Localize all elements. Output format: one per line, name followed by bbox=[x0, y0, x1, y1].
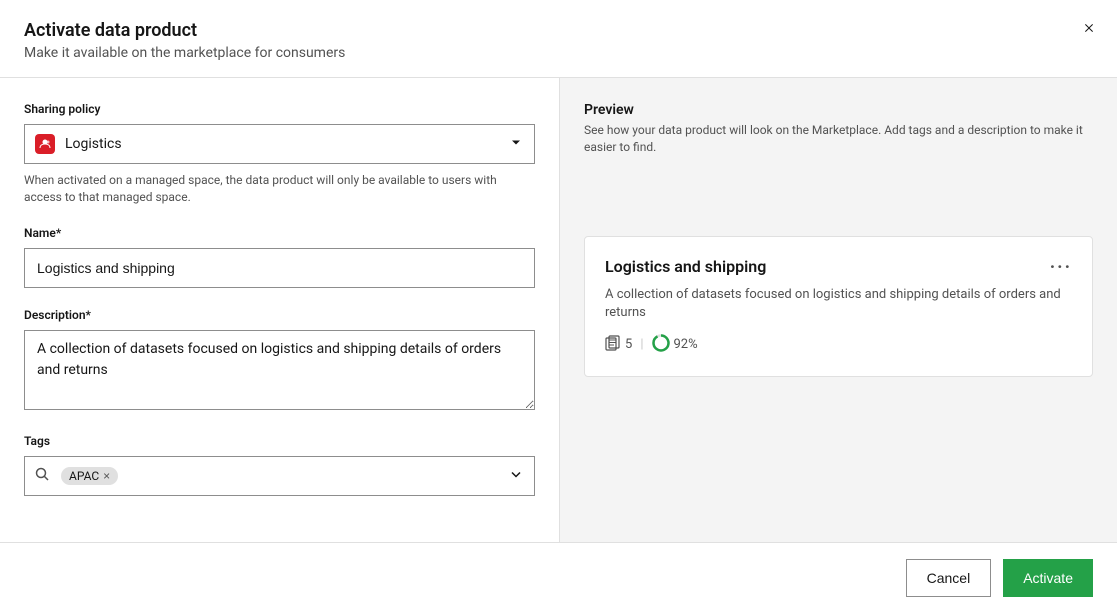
modal-subtitle: Make it available on the marketplace for… bbox=[24, 45, 1093, 61]
name-label: Name* bbox=[24, 226, 535, 240]
cancel-button[interactable]: Cancel bbox=[906, 559, 992, 597]
preview-title: Preview bbox=[584, 102, 1093, 118]
sharing-policy-hint: When activated on a managed space, the d… bbox=[24, 172, 535, 206]
datasets-meta: 5 bbox=[605, 335, 632, 355]
modal-title: Activate data product bbox=[24, 20, 1093, 41]
activate-button[interactable]: Activate bbox=[1003, 559, 1093, 597]
tag-apac: APAC × bbox=[61, 467, 118, 485]
quality-meta: 92% bbox=[652, 334, 698, 356]
preview-card-header: Logistics and shipping ··· bbox=[605, 257, 1072, 278]
search-icon bbox=[35, 467, 49, 485]
preview-card: Logistics and shipping ··· A collection … bbox=[584, 236, 1093, 377]
sharing-policy-label: Sharing policy bbox=[24, 102, 535, 116]
policy-icon bbox=[35, 134, 55, 154]
chevron-down-icon bbox=[510, 137, 522, 152]
preview-card-description: A collection of datasets focused on logi… bbox=[605, 286, 1072, 322]
description-group: Description* bbox=[24, 308, 535, 414]
description-label: Description* bbox=[24, 308, 535, 322]
preview-subtitle: See how your data product will look on t… bbox=[584, 122, 1093, 156]
tags-group: Tags APAC × bbox=[24, 434, 535, 496]
name-input[interactable] bbox=[24, 248, 535, 288]
tags-chevron-icon bbox=[510, 468, 522, 483]
datasets-icon bbox=[605, 335, 621, 355]
description-input[interactable] bbox=[24, 330, 535, 410]
name-group: Name* bbox=[24, 226, 535, 288]
tags-label: Tags bbox=[24, 434, 535, 448]
modal-header: Activate data product Make it available … bbox=[0, 0, 1117, 78]
modal-body: Sharing policy Logistics bbox=[0, 78, 1117, 542]
preview-card-meta: 5 | 92% bbox=[605, 334, 1072, 356]
left-panel: Sharing policy Logistics bbox=[0, 78, 560, 542]
sharing-policy-group: Sharing policy Logistics bbox=[24, 102, 535, 206]
selected-policy-text: Logistics bbox=[65, 136, 122, 152]
activate-data-product-modal: Activate data product Make it available … bbox=[0, 0, 1117, 613]
tags-input[interactable]: APAC × bbox=[24, 456, 535, 496]
quality-percent: 92% bbox=[674, 337, 698, 352]
sharing-policy-select[interactable]: Logistics bbox=[24, 124, 535, 164]
close-button[interactable] bbox=[1077, 16, 1101, 40]
tag-apac-remove-button[interactable]: × bbox=[103, 470, 110, 482]
modal-footer: Cancel Activate bbox=[0, 542, 1117, 613]
sharing-policy-select-wrapper: Logistics bbox=[24, 124, 535, 164]
preview-card-title: Logistics and shipping bbox=[605, 257, 766, 276]
preview-card-menu-button[interactable]: ··· bbox=[1050, 257, 1072, 278]
datasets-count: 5 bbox=[625, 337, 632, 352]
meta-divider: | bbox=[640, 337, 643, 352]
quality-icon bbox=[652, 334, 670, 356]
right-panel: Preview See how your data product will l… bbox=[560, 78, 1117, 542]
tag-apac-label: APAC bbox=[69, 469, 99, 483]
